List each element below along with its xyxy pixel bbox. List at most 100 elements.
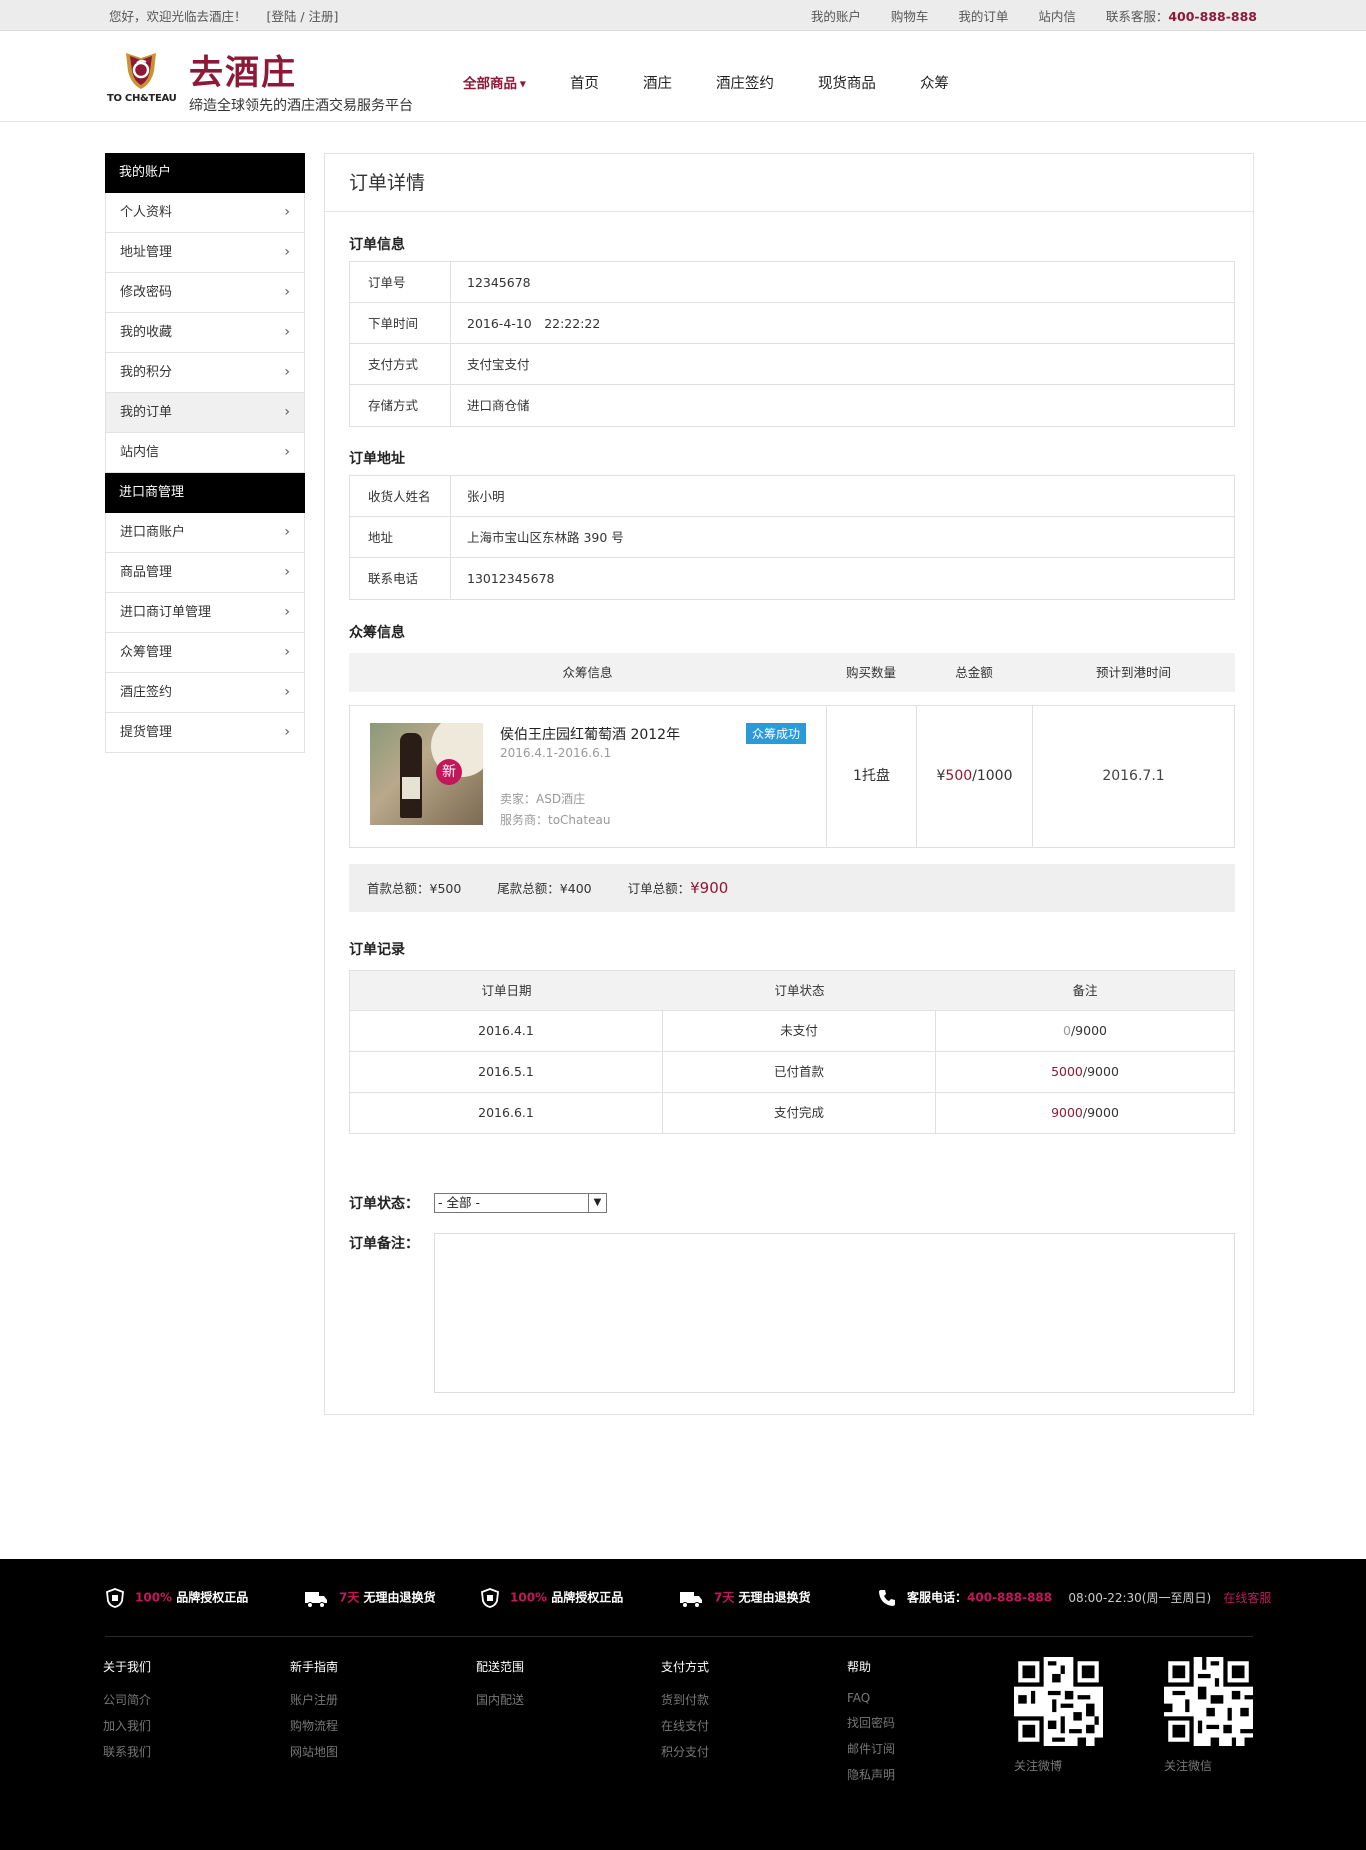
- storage-value: 进口商仓储: [467, 398, 530, 413]
- logo-emblem-icon: [126, 53, 156, 89]
- col-note: 备注: [1072, 983, 1098, 998]
- nav-in-stock[interactable]: 现货商品: [818, 72, 876, 93]
- product-image[interactable]: 新: [370, 723, 483, 825]
- amount-value: ¥500/1000: [917, 706, 1033, 847]
- sidebar-item-importer-orders[interactable]: 进口商订单管理 ›: [105, 593, 305, 633]
- footer-col-help: 帮助 FAQ 找回密码 邮件订阅 隐私声明: [847, 1658, 895, 1792]
- quantity-value: 1托盘: [827, 706, 917, 847]
- sidebar-item-products[interactable]: 商品管理 ›: [105, 553, 305, 593]
- online-service-link[interactable]: 在线客服: [1223, 1591, 1271, 1605]
- sidebar-item-label: 进口商账户: [120, 525, 186, 540]
- order-note-textarea[interactable]: [434, 1233, 1235, 1393]
- col-crowd-info: 众筹信息: [562, 665, 613, 680]
- phone-label: 联系电话: [350, 558, 451, 599]
- logo-text: TO CH&TEAU: [107, 93, 177, 104]
- chevron-right-icon: ›: [284, 524, 290, 540]
- hotline-label: 客服电话：: [907, 1590, 968, 1605]
- nav-all-products[interactable]: 全部商品 ▼: [463, 72, 526, 93]
- promise-item: 100% 品牌授权正品: [105, 1588, 248, 1608]
- footer-promise-bar: 100% 品牌授权正品 7天 无理由退换货 100% 品牌授权正品 7天 无理由…: [105, 1559, 1271, 1637]
- nav-chateau[interactable]: 酒庄: [643, 72, 672, 93]
- chevron-right-icon: ›: [284, 604, 290, 620]
- footer-link[interactable]: 找回密码: [847, 1714, 895, 1731]
- sidebar-item-importer-account[interactable]: 进口商账户 ›: [105, 513, 305, 553]
- qr-code-icon: [1014, 1657, 1103, 1746]
- sidebar-item-password[interactable]: 修改密码 ›: [105, 273, 305, 313]
- sidebar-group-my-account: 我的账户: [105, 153, 305, 193]
- footer-link[interactable]: 公司简介: [103, 1691, 151, 1708]
- receiver-label: 收货人姓名: [350, 476, 451, 516]
- sidebar-item-messages[interactable]: 站内信 ›: [105, 433, 305, 473]
- chevron-right-icon: ›: [284, 564, 290, 580]
- promise-text: 无理由退换货: [363, 1590, 436, 1605]
- sidebar-item-pickup[interactable]: 提货管理 ›: [105, 713, 305, 753]
- service-contact: 联系客服：400-888-888: [1106, 9, 1257, 24]
- sidebar-item-address[interactable]: 地址管理 ›: [105, 233, 305, 273]
- amount-total: /1000: [972, 768, 1013, 784]
- my-orders-link[interactable]: 我的订单: [958, 9, 1008, 24]
- footer-col-payment: 支付方式 货到付款 在线支付 积分支付: [661, 1658, 709, 1769]
- sidebar-group-importer: 进口商管理: [105, 473, 305, 513]
- sidebar-item-crowdfunding[interactable]: 众筹管理 ›: [105, 633, 305, 673]
- sidebar-item-points[interactable]: 我的积分 ›: [105, 353, 305, 393]
- footer-link[interactable]: 在线支付: [661, 1717, 709, 1734]
- order-number-value: 12345678: [467, 275, 531, 290]
- records-header: 订单日期 订单状态 备注: [350, 971, 1234, 1010]
- table-row: 2016.4.1 未支付 0/9000: [350, 1010, 1234, 1051]
- order-info-heading: 订单信息: [349, 237, 405, 253]
- sidebar-item-chateau-contract[interactable]: 酒庄签约 ›: [105, 673, 305, 713]
- site-logo[interactable]: TO CH&TEAU: [107, 49, 177, 107]
- chevron-right-icon: ›: [284, 364, 290, 380]
- messages-link[interactable]: 站内信: [1038, 9, 1076, 24]
- promise-highlight: 100%: [135, 1590, 173, 1605]
- crowdfunding-row: 新 侯伯王庄园红葡萄酒 2012年 2016.4.1-2016.6.1 卖家：A…: [349, 705, 1235, 848]
- table-row: 支付方式 支付宝支付: [350, 344, 1234, 385]
- payment-method-label: 支付方式: [350, 344, 451, 384]
- record-date: 2016.6.1: [350, 1093, 663, 1133]
- order-total-value: ¥900: [690, 879, 729, 897]
- nav-crowdfunding[interactable]: 众筹: [920, 72, 949, 93]
- table-row: 地址 上海市宝山区东林路 390 号: [350, 517, 1234, 558]
- phone-icon: [879, 1590, 895, 1606]
- address-label: 地址: [350, 517, 451, 557]
- sidebar-item-profile[interactable]: 个人资料 ›: [105, 193, 305, 233]
- footer-link[interactable]: 购物流程: [290, 1717, 338, 1734]
- sidebar-item-label: 个人资料: [120, 205, 173, 220]
- brand-name: 去酒庄: [189, 53, 297, 93]
- truck-icon: [680, 1592, 702, 1608]
- account-sidebar: 我的账户 个人资料 › 地址管理 › 修改密码 › 我的收藏 › 我的积分 › 我的订单 ›…: [105, 153, 305, 753]
- nav-home[interactable]: 首页: [570, 72, 599, 93]
- record-note: 9000/9000: [936, 1093, 1234, 1133]
- footer-link[interactable]: 网站地图: [290, 1743, 338, 1760]
- table-row: 2016.6.1 支付完成 9000/9000: [350, 1092, 1234, 1133]
- footer-link[interactable]: 隐私声明: [847, 1766, 895, 1783]
- truck-icon: [305, 1592, 327, 1608]
- promise-highlight: 7天: [339, 1590, 360, 1605]
- sidebar-item-label: 商品管理: [120, 565, 173, 580]
- promise-highlight: 100%: [510, 1590, 548, 1605]
- footer-link[interactable]: 货到付款: [661, 1691, 709, 1708]
- footer-link[interactable]: 加入我们: [103, 1717, 151, 1734]
- footer-link[interactable]: 积分支付: [661, 1743, 709, 1760]
- table-row: 下单时间 2016-4-10 22:22:22: [350, 303, 1234, 344]
- footer-link[interactable]: 账户注册: [290, 1691, 338, 1708]
- footer-link[interactable]: 邮件订阅: [847, 1740, 895, 1757]
- footer-col-title: 关于我们: [103, 1660, 152, 1674]
- footer-link[interactable]: 联系我们: [103, 1743, 151, 1760]
- my-account-link[interactable]: 我的账户: [811, 9, 861, 24]
- brand-slogan: 缔造全球领先的酒庄酒交易服务平台: [189, 98, 413, 114]
- order-status-select[interactable]: - 全部 - ▼: [434, 1193, 607, 1213]
- promise-item: 7天 无理由退换货: [678, 1588, 811, 1608]
- site-footer: 100% 品牌授权正品 7天 无理由退换货 100% 品牌授权正品 7天 无理由…: [0, 1559, 1366, 1850]
- product-seller: 卖家：ASD酒庄: [500, 792, 586, 806]
- sidebar-item-orders[interactable]: 我的订单 ›: [105, 393, 305, 433]
- sidebar-item-favorites[interactable]: 我的收藏 ›: [105, 313, 305, 353]
- product-name[interactable]: 侯伯王庄园红葡萄酒 2012年: [500, 724, 680, 744]
- footer-link[interactable]: 国内配送: [476, 1691, 524, 1708]
- cart-link[interactable]: 购物车: [891, 9, 929, 24]
- footer-link[interactable]: FAQ: [847, 1691, 895, 1705]
- login-register-link[interactable]: [登陆 / 注册]: [267, 9, 339, 24]
- nav-chateau-contract[interactable]: 酒庄签约: [716, 72, 774, 93]
- service-phone: 400-888-888: [1168, 8, 1257, 24]
- address-heading: 订单地址: [349, 451, 405, 467]
